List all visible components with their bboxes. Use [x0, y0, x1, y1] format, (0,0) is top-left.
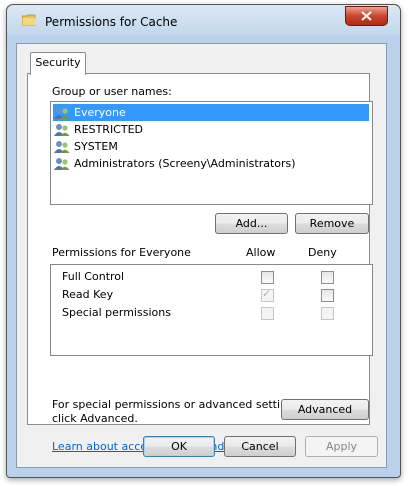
- permission-row-read-key: Read Key ✓: [51, 287, 370, 304]
- remove-button[interactable]: Remove: [295, 213, 369, 234]
- permission-row-special: Special permissions: [51, 305, 370, 322]
- permissions-header: Permissions for Everyone: [52, 246, 191, 259]
- permissions-list: Full Control Read Key ✓ Special permissi…: [50, 264, 373, 356]
- close-icon: [361, 11, 372, 21]
- list-item-system[interactable]: SYSTEM: [53, 138, 369, 155]
- groups-listbox[interactable]: Everyone RESTRICTED SYSTEM Administrator…: [50, 101, 373, 205]
- cancel-button[interactable]: Cancel: [224, 436, 296, 457]
- permission-name: Special permissions: [62, 306, 171, 319]
- full-control-allow-checkbox[interactable]: [261, 271, 274, 284]
- advanced-button[interactable]: Advanced: [281, 399, 369, 420]
- special-deny-checkbox: [321, 307, 334, 320]
- full-control-deny-checkbox[interactable]: [321, 271, 334, 284]
- list-item-label: RESTRICTED: [74, 123, 144, 136]
- users-icon: [54, 140, 70, 153]
- permission-name: Read Key: [62, 288, 114, 301]
- users-icon: [54, 106, 70, 119]
- users-icon: [54, 157, 70, 170]
- list-item-restricted[interactable]: RESTRICTED: [53, 121, 369, 138]
- ok-button[interactable]: OK: [143, 436, 215, 457]
- deny-column-header: Deny: [308, 246, 337, 259]
- folder-icon: [22, 14, 36, 26]
- special-allow-checkbox: [261, 307, 274, 320]
- add-button[interactable]: Add...: [215, 213, 288, 234]
- read-key-allow-checkbox: ✓: [261, 287, 274, 302]
- allow-column-header: Allow: [246, 246, 276, 259]
- groups-label: Group or user names:: [52, 85, 172, 98]
- list-item-administrators[interactable]: Administrators (Screeny\Administrators): [53, 155, 369, 172]
- list-item-label: Everyone: [74, 106, 126, 119]
- permissions-dialog: Permissions for Cache Security Group or …: [6, 4, 401, 478]
- close-button[interactable]: [345, 6, 388, 26]
- checkmark-icon: ✓: [262, 287, 272, 300]
- security-tab-page: Group or user names: Everyone RESTRICTED: [27, 73, 373, 453]
- list-item-label: Administrators (Screeny\Administrators): [74, 157, 296, 170]
- apply-button: Apply: [305, 436, 378, 457]
- advanced-note-line2: click Advanced.: [52, 412, 138, 425]
- list-item-everyone[interactable]: Everyone: [53, 104, 369, 121]
- permission-name: Full Control: [62, 270, 125, 283]
- users-icon: [54, 123, 70, 136]
- title-bar: Permissions for Cache: [7, 5, 400, 35]
- tab-security[interactable]: Security: [30, 52, 86, 75]
- permission-row-full-control: Full Control: [51, 269, 370, 286]
- read-key-deny-checkbox[interactable]: [321, 289, 334, 302]
- window-title: Permissions for Cache: [45, 15, 178, 29]
- list-item-label: SYSTEM: [74, 140, 118, 153]
- dialog-body: Security Group or user names: Everyone R…: [16, 43, 387, 468]
- advanced-note-line1: For special permissions or advanced sett…: [52, 398, 304, 411]
